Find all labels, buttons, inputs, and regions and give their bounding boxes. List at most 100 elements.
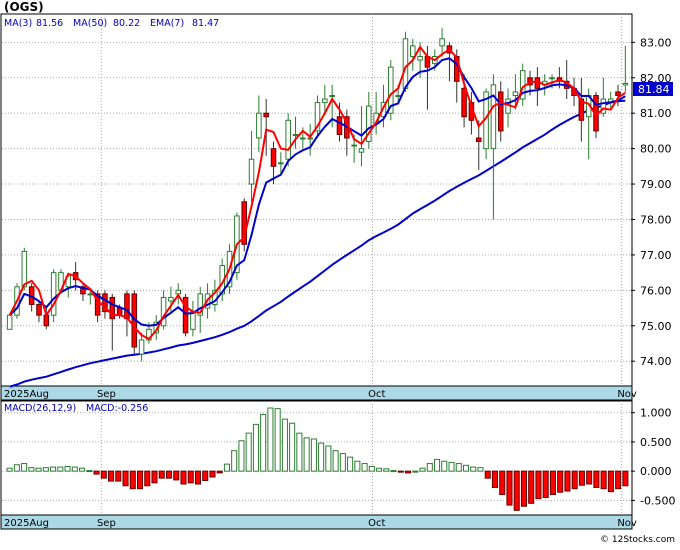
macd-bar — [42, 467, 49, 472]
macd-bar — [593, 470, 600, 489]
macd-bar — [600, 470, 607, 490]
macd-bar — [571, 470, 578, 490]
price-y-tick-label: 77.00 — [640, 249, 672, 262]
macd-bar — [520, 470, 527, 507]
candle-body — [190, 311, 196, 330]
macd-bar — [368, 465, 375, 472]
macd-bar — [21, 463, 28, 472]
macd-bar — [470, 466, 477, 472]
macd-bar — [339, 453, 346, 472]
macd-bar — [455, 463, 462, 472]
macd-bar — [542, 470, 549, 498]
macd-bar — [267, 407, 274, 472]
candle-body — [263, 112, 269, 118]
macd-bar — [513, 470, 520, 511]
macd-bar — [397, 470, 404, 473]
macd-bar — [209, 470, 216, 478]
candle-body — [36, 304, 42, 316]
macd-bar — [296, 432, 303, 472]
candle-body — [461, 87, 467, 118]
macd-bar — [354, 460, 361, 472]
price-y-tick-label: 75.00 — [640, 320, 672, 333]
candle-body — [512, 91, 519, 96]
macd-bar — [622, 470, 629, 487]
candle-body — [622, 82, 629, 86]
candle-body — [116, 307, 123, 316]
macd-x-tick-label: 2025Aug — [4, 518, 49, 529]
macd-bar — [310, 438, 317, 472]
candle-body — [497, 91, 504, 132]
macd-bar — [50, 466, 57, 472]
candle — [131, 290, 138, 355]
macd-bar — [28, 467, 35, 472]
candle-body — [410, 45, 416, 58]
legend-ma3-value: 81.56 — [36, 18, 63, 29]
candle-body — [300, 137, 306, 140]
candle-body — [270, 148, 277, 167]
macd-bar — [129, 470, 136, 490]
macd-y-tick-label: 0.500 — [640, 436, 672, 449]
macd-bar — [122, 470, 129, 487]
macd-date-band — [0, 514, 633, 530]
candle-body — [417, 56, 423, 61]
macd-bar — [260, 413, 267, 472]
candle-body — [549, 77, 555, 80]
macd-bar — [281, 418, 288, 472]
candle — [6, 313, 13, 330]
macd-x-tick-label: Nov — [617, 518, 637, 529]
candle-body — [248, 158, 255, 185]
macd-bar — [245, 432, 252, 472]
candle — [241, 198, 247, 252]
macd-bar — [165, 470, 173, 479]
macd-bar — [100, 470, 107, 479]
price-y-tick-label: 79.00 — [640, 178, 672, 191]
candle-body — [21, 250, 28, 288]
macd-bar — [187, 470, 194, 484]
macd-bar — [419, 467, 426, 472]
candle-body — [322, 98, 328, 104]
candle-body — [329, 94, 335, 97]
macd-bar — [64, 465, 71, 472]
macd-bar — [376, 467, 383, 472]
candle-body — [87, 293, 94, 296]
macd-bar — [491, 470, 499, 489]
candle — [402, 31, 409, 92]
candle — [182, 293, 189, 337]
macd-bar — [252, 423, 259, 472]
macd-bar — [607, 470, 614, 493]
macd-bar — [390, 470, 397, 473]
candle-body — [124, 293, 130, 320]
macd-bar — [506, 470, 513, 506]
macd-x-tick-label: Sep — [97, 518, 116, 529]
candle-body — [307, 137, 313, 140]
macd-bar — [108, 470, 115, 482]
price-x-tick-label: Oct — [368, 389, 385, 400]
legend-ema7-value: 81.47 — [192, 18, 219, 29]
macd-bar — [303, 437, 310, 472]
macd-bar — [71, 466, 78, 472]
macd-bar — [441, 460, 448, 472]
macd-bar — [35, 467, 42, 472]
last-price-text: 81.84 — [638, 83, 670, 96]
price-y-tick-label: 83.00 — [640, 36, 672, 49]
macd-legend-value: MACD:-0.256 — [86, 403, 148, 414]
macd-bar — [448, 461, 455, 472]
macd-bar — [318, 442, 325, 472]
macd-y-tick-label: 0.000 — [640, 465, 672, 478]
candle-body — [256, 112, 262, 139]
macd-bar — [528, 470, 535, 504]
legend-ma3-label: MA(3) — [4, 18, 32, 29]
candle-body — [351, 144, 357, 147]
macd-bar — [173, 470, 180, 481]
price-x-tick-label: Sep — [97, 389, 116, 400]
macd-bar — [289, 422, 296, 472]
macd-bar — [136, 470, 144, 490]
macd-bar — [578, 470, 585, 486]
candle-body — [402, 38, 409, 89]
candle-body — [395, 94, 401, 97]
candle-body — [6, 314, 13, 330]
macd-bar — [238, 440, 245, 472]
macd-y-tick-label: -0.500 — [640, 494, 675, 507]
candle-body — [358, 148, 365, 153]
macd-bar — [13, 464, 20, 472]
